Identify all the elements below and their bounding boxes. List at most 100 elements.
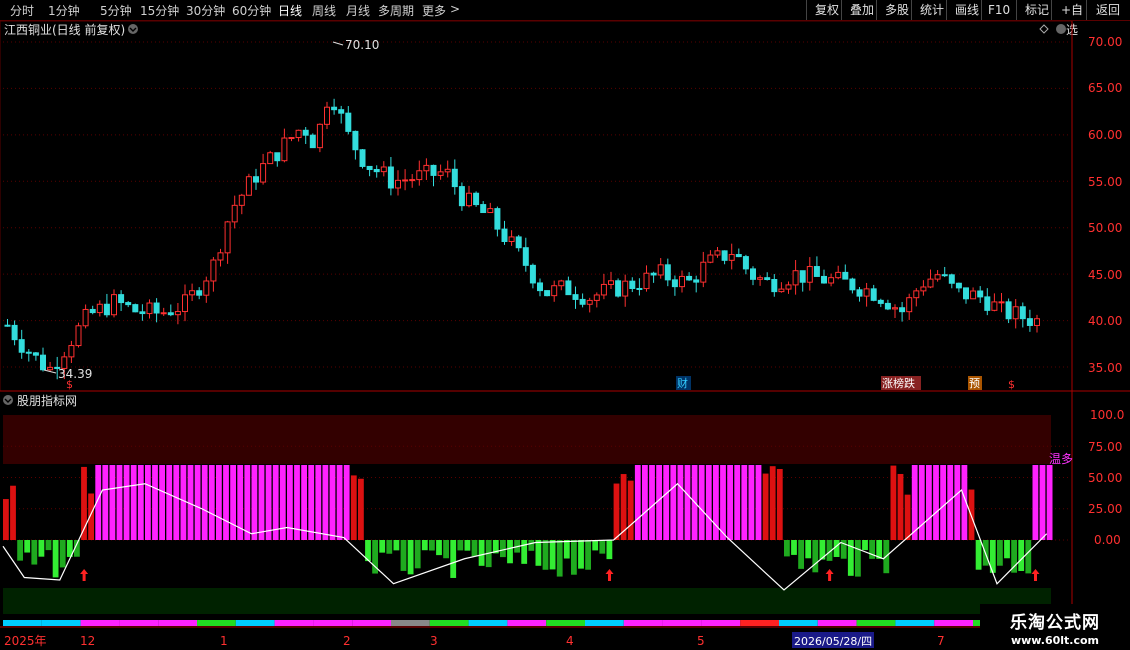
diamond-icon[interactable] bbox=[1039, 24, 1049, 34]
candle-body bbox=[686, 275, 693, 281]
indicator-bar-green bbox=[457, 540, 464, 551]
color-strip-segment bbox=[740, 620, 779, 626]
main-panel-frame bbox=[0, 21, 1073, 392]
indicator-bar-green bbox=[855, 540, 861, 577]
indicator-bar-magenta bbox=[918, 465, 925, 540]
candle-body bbox=[707, 254, 714, 263]
candle-body bbox=[799, 270, 806, 283]
candle-body bbox=[309, 134, 316, 149]
event-marker-dollar-2[interactable]: $ bbox=[1008, 378, 1015, 391]
candle-body bbox=[1012, 306, 1019, 320]
finance-marker[interactable]: 财 bbox=[677, 376, 688, 390]
candle-body bbox=[1026, 318, 1033, 326]
color-strip-segment bbox=[468, 620, 508, 626]
period-tab-weekly[interactable]: 周线 bbox=[312, 2, 336, 19]
limit-marker[interactable]: 涨榜跌 bbox=[882, 376, 915, 390]
f10-button[interactable]: F10 bbox=[981, 0, 1016, 20]
candle-body bbox=[103, 303, 110, 316]
period-tab-more[interactable]: 更多 bbox=[422, 2, 446, 19]
candle-body bbox=[778, 288, 785, 293]
candle-body bbox=[111, 294, 117, 316]
indicator-bar-magenta bbox=[173, 465, 180, 540]
period-tab-monthly[interactable]: 月线 bbox=[346, 2, 370, 19]
period-tab-daily[interactable]: 日线 bbox=[278, 2, 302, 19]
candle-body bbox=[402, 179, 409, 182]
indicator-dropdown-icon[interactable] bbox=[3, 395, 13, 405]
indicator-bar-green bbox=[556, 540, 563, 577]
forecast-marker[interactable]: 预 bbox=[969, 377, 980, 390]
indicator-bar-magenta bbox=[137, 465, 144, 540]
candle-body bbox=[991, 301, 998, 311]
indicator-bar-green bbox=[1018, 540, 1025, 572]
timeline-label: 1 bbox=[220, 634, 228, 648]
color-strip-segment bbox=[352, 620, 391, 626]
indicator-bar-green bbox=[812, 540, 819, 573]
candle-body bbox=[636, 287, 643, 290]
indicator-bar-green bbox=[471, 540, 478, 557]
back-button[interactable]: 返回 bbox=[1086, 0, 1129, 20]
candle-body bbox=[813, 266, 820, 277]
candle-body bbox=[764, 277, 771, 281]
candle-body bbox=[451, 168, 458, 188]
period-tab-5min[interactable]: 5分钟 bbox=[100, 2, 132, 19]
candle-body bbox=[366, 165, 373, 170]
candle-body bbox=[437, 171, 444, 176]
candle-body bbox=[395, 179, 401, 189]
candle-body bbox=[771, 279, 778, 293]
indicator-bar-magenta bbox=[1032, 465, 1039, 540]
candle-body bbox=[721, 250, 728, 261]
indicator-bar-red bbox=[627, 480, 634, 540]
title-dropdown-icon[interactable] bbox=[128, 24, 138, 34]
period-tab-60min[interactable]: 60分钟 bbox=[232, 2, 271, 19]
timeline-label: 3 bbox=[430, 634, 438, 648]
candle-body bbox=[217, 252, 224, 261]
more-chevron-icon[interactable]: > bbox=[450, 2, 460, 16]
indicator-bar-green bbox=[571, 540, 577, 575]
period-tab-30min[interactable]: 30分钟 bbox=[186, 2, 225, 19]
indicator-bar-red bbox=[613, 483, 620, 540]
candle-body bbox=[608, 280, 614, 285]
panel-menu-icon[interactable] bbox=[1056, 24, 1066, 34]
indicator-bar-green bbox=[386, 540, 393, 554]
stock-chart-area[interactable]: 70.00 65.00 60.00 55.00 50.00 45.00 40.0… bbox=[0, 21, 1130, 650]
candle-body bbox=[941, 274, 948, 277]
candle-body bbox=[934, 274, 941, 280]
period-tab-1min[interactable]: 1分钟 bbox=[48, 2, 80, 19]
indicator-bar-magenta bbox=[301, 465, 307, 540]
indicator-bar-green bbox=[997, 540, 1003, 566]
indicator-bar-magenta bbox=[230, 465, 236, 540]
candle-body bbox=[849, 278, 856, 291]
candle-body bbox=[196, 290, 203, 296]
watermark-url: www.60lt.com bbox=[1010, 634, 1100, 647]
indicator-tick: 50.00 bbox=[1088, 471, 1122, 485]
color-strip-segment bbox=[158, 620, 197, 626]
candle-body bbox=[487, 208, 494, 214]
indicator-bar-magenta bbox=[123, 465, 130, 540]
period-tab-multi[interactable]: 多周期 bbox=[378, 2, 414, 19]
indicator-bar-green bbox=[975, 540, 982, 570]
indicator-bar-magenta bbox=[322, 465, 329, 540]
price-tick: 55.00 bbox=[1088, 175, 1122, 189]
indicator-bar-green bbox=[436, 540, 442, 556]
period-tab-fenshi[interactable]: 分时 bbox=[10, 2, 34, 19]
event-marker-dollar[interactable]: $ bbox=[66, 378, 73, 391]
candle-body bbox=[203, 280, 210, 296]
indicator-bar-green bbox=[379, 540, 386, 553]
indicator-bar-green bbox=[798, 540, 804, 569]
candle-body bbox=[529, 264, 536, 284]
indicator-tick: 25.00 bbox=[1088, 502, 1122, 516]
candle-body bbox=[224, 221, 231, 254]
indicator-bar-magenta bbox=[208, 465, 215, 540]
candle-body bbox=[182, 294, 188, 313]
candle-body bbox=[913, 290, 920, 299]
indicator-bar-magenta bbox=[216, 465, 222, 540]
candle-body bbox=[643, 272, 650, 290]
indicator-bar-magenta bbox=[1046, 465, 1053, 540]
indicator-bar-green bbox=[24, 540, 31, 553]
candle-body bbox=[920, 286, 927, 292]
indicator-bar-green bbox=[407, 540, 414, 575]
indicator-bar-red bbox=[776, 468, 783, 540]
buy-arrow-icon bbox=[605, 569, 614, 581]
period-tab-15min[interactable]: 15分钟 bbox=[140, 2, 179, 19]
candle-body bbox=[806, 266, 813, 283]
